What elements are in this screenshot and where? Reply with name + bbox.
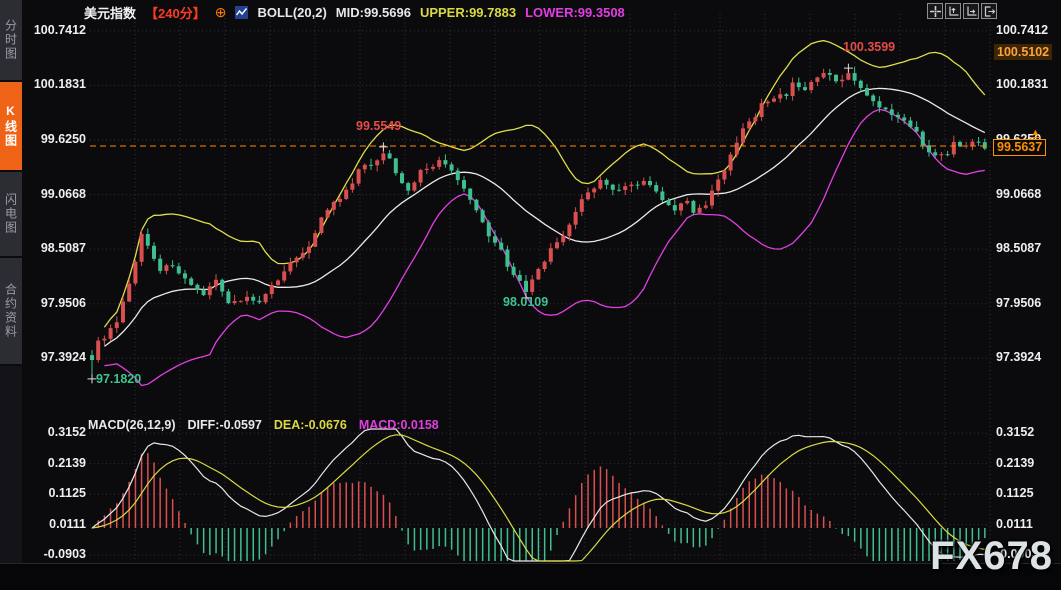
fx678-watermark: FX678 xyxy=(930,534,1053,579)
add-indicator-icon[interactable]: ⊕ xyxy=(215,6,227,19)
boll-upper-value: UPPER:99.7883 xyxy=(420,5,516,20)
sidebar-tab-1[interactable]: 分时图 xyxy=(0,0,22,82)
y-tick-right: 100.7412 xyxy=(996,23,1058,38)
macd-dea-value: DEA:-0.0676 xyxy=(274,418,347,432)
y-tick-left: 97.9506 xyxy=(24,296,86,311)
y-tick-left: 99.0668 xyxy=(24,187,86,202)
y-tick-left: 99.6250 xyxy=(24,132,86,147)
y-tick-right: 100.1831 xyxy=(996,77,1058,92)
chart-type-sidebar: 分时图K线图闪电图合约资料 xyxy=(0,0,22,563)
chart-header: 美元指数 【240分】 ⊕ BOLL(20,2) MID:99.5696 UPP… xyxy=(84,3,625,22)
x-axis-bar: 240分 ▲ 09/2510/0310/2210/3111/10 2025/10… xyxy=(0,563,1061,590)
symbol-name: 美元指数 xyxy=(84,3,136,22)
chart-toolbar xyxy=(927,3,997,19)
y-tick-left: 97.3924 xyxy=(24,350,86,365)
chart-style-icon[interactable] xyxy=(235,6,248,19)
macd-tick-left: -0.0903 xyxy=(24,547,86,562)
extreme-price-label: 98.0109 xyxy=(503,295,548,309)
exit-chart-icon[interactable] xyxy=(981,3,997,19)
session-high-badge: 100.5102 xyxy=(994,44,1052,60)
y-tick-right: 98.5087 xyxy=(996,241,1058,256)
y-tick-left: 100.7412 xyxy=(24,23,86,38)
macd-tick-left: 0.3152 xyxy=(24,425,86,440)
macd-tick-left: 0.2139 xyxy=(24,456,86,471)
macd-tick-left: 0.0111 xyxy=(24,517,86,532)
macd-tick-right: 0.1125 xyxy=(996,486,1058,501)
macd-tick-right: 0.2139 xyxy=(996,456,1058,471)
macd-header: MACD(26,12,9) DIFF:-0.0597 DEA:-0.0676 M… xyxy=(88,418,439,432)
trading-app-window: 分时图K线图闪电图合约资料 美元指数 【240分】 ⊕ BOLL(20,2) M… xyxy=(0,0,1061,590)
crosshair-icon[interactable] xyxy=(927,3,943,19)
y-tick-left: 100.1831 xyxy=(24,77,86,92)
macd-tick-left: 0.1125 xyxy=(24,486,86,501)
extreme-price-label: 100.3599 xyxy=(843,40,895,54)
sidebar-tab-2[interactable]: K线图 xyxy=(0,82,22,172)
sidebar-tab-4[interactable]: 合约资料 xyxy=(0,258,22,366)
boll-indicator-label: BOLL(20,2) xyxy=(257,5,326,20)
sidebar-tab-3[interactable]: 闪电图 xyxy=(0,172,22,258)
y-tick-left: 98.5087 xyxy=(24,241,86,256)
scale-y-axis-icon[interactable] xyxy=(945,3,961,19)
y-tick-right: 99.0668 xyxy=(996,187,1058,202)
y-tick-right: 97.3924 xyxy=(996,350,1058,365)
timeframe-label[interactable]: 【240分】 xyxy=(145,3,206,22)
extreme-price-label: 97.1820 xyxy=(96,372,141,386)
scroll-to-latest-marker[interactable]: ▲ xyxy=(1031,127,1040,138)
boll-lower-value: LOWER:99.3508 xyxy=(525,5,625,20)
macd-hist-value: MACD:0.0158 xyxy=(359,418,439,432)
macd-tick-right: 0.3152 xyxy=(996,425,1058,440)
boll-mid-value: MID:99.5696 xyxy=(336,5,411,20)
y-tick-right: 97.9506 xyxy=(996,296,1058,311)
extreme-price-label: 99.5549 xyxy=(356,119,401,133)
last-price-badge: 99.5637 xyxy=(993,139,1046,156)
macd-tick-right: 0.0111 xyxy=(996,517,1058,532)
macd-indicator-label: MACD(26,12,9) xyxy=(88,418,176,432)
macd-diff-value: DIFF:-0.0597 xyxy=(188,418,262,432)
scale-x-axis-icon[interactable] xyxy=(963,3,979,19)
